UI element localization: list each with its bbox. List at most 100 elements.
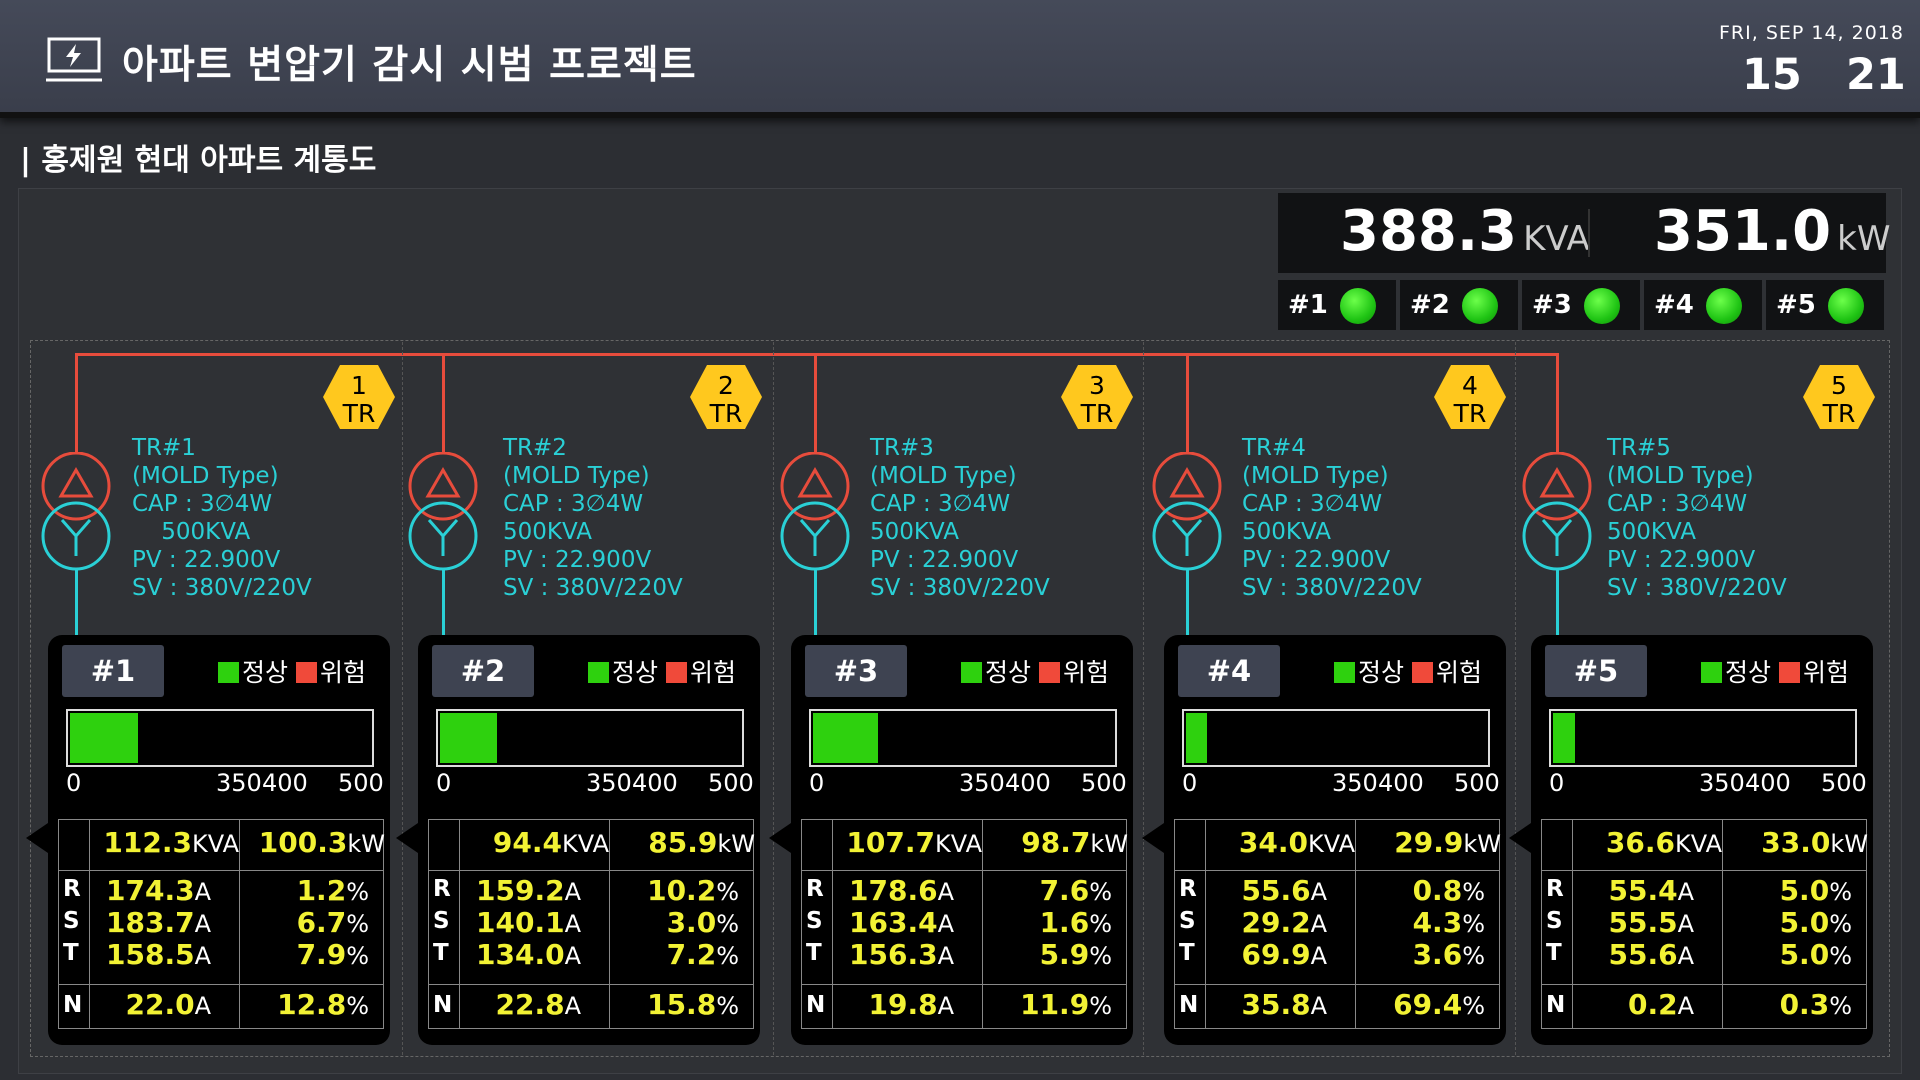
transformer-card-3: #3 정상 위험 0 350 400 500 107.7KVA 98.7kW R 178.6A 7.6… <box>769 635 1133 1045</box>
table-vline <box>1205 820 1206 1028</box>
hex-tr-label: TR <box>1453 399 1487 428</box>
phase-unbalance-unit: % <box>1089 942 1112 970</box>
kw-reading: 100.3kW <box>243 826 385 859</box>
neutral-label: N <box>1546 992 1566 1018</box>
transformer-id-badge[interactable]: #1 <box>62 645 164 697</box>
scale-tick-label: 400 <box>262 769 308 797</box>
card-pointer <box>396 823 418 853</box>
scale-tick-label: 0 <box>436 769 452 797</box>
phase-unbalance-value: 1.2 <box>296 874 347 907</box>
primary-feeder-line <box>1186 353 1189 453</box>
phase-unbalance-value: 5.0 <box>1779 874 1830 907</box>
neutral-current-unit: A <box>1677 992 1694 1020</box>
phase-current-unit: A <box>1310 942 1327 970</box>
transformer-card-1: #1 정상 위험 0 350 400 500 112.3KVA 100.3kW R 174.3A 1.… <box>26 635 390 1045</box>
phase-current-value: 174.3 <box>106 874 195 907</box>
transformer-spec-line: CAP : 3∅4W <box>870 491 1011 517</box>
legend-normal-swatch <box>1334 662 1355 683</box>
reading-table: 36.6KVA 33.0kW R 55.4A 5.0% S 55.5A 5.0% T 55.6A 5… <box>1541 819 1868 1029</box>
transformer-delta-wye-icon <box>780 452 850 571</box>
scale-tick-label: 350 <box>1699 769 1745 797</box>
column-divider <box>402 342 403 1055</box>
table-vline <box>89 820 90 1028</box>
phase-current: 69.9A <box>1209 938 1327 971</box>
transformer-hex-badge: 5TR <box>1803 365 1875 429</box>
transformer-delta-wye-icon <box>41 452 111 571</box>
secondary-feeder-line <box>75 570 78 638</box>
column-divider <box>1515 342 1516 1055</box>
phase-current-value: 55.4 <box>1608 874 1678 907</box>
neutral-current-unit: A <box>194 992 211 1020</box>
scale-tick-label: 0 <box>1549 769 1565 797</box>
kva-reading-value: 112.3 <box>103 826 192 859</box>
phase-current: 158.5A <box>93 938 211 971</box>
kva-reading-value: 36.6 <box>1605 826 1675 859</box>
scale-tick-label: 0 <box>66 769 82 797</box>
transformer-spec-line: CAP : 3∅4W <box>1607 491 1748 517</box>
primary-feeder-line <box>75 353 78 453</box>
phase-current: 29.2A <box>1209 906 1327 939</box>
load-bar <box>66 709 374 767</box>
legend-normal-label: 정상 <box>1725 658 1772 687</box>
hex-number: 5 <box>1831 371 1847 400</box>
transformer-id-badge[interactable]: #2 <box>432 645 534 697</box>
phase-current-unit: A <box>937 878 954 906</box>
status-legend: 정상 위험 <box>1334 653 1482 689</box>
phase-unbalance: 7.9% <box>243 938 369 971</box>
neutral-current: 35.8A <box>1209 988 1327 1021</box>
phase-unbalance: 5.9% <box>986 938 1112 971</box>
phase-label: S <box>1546 908 1563 934</box>
phase-current: 183.7A <box>93 906 211 939</box>
neutral-percent-unit: % <box>1462 992 1485 1020</box>
table-vline <box>1572 820 1573 1028</box>
phase-label: T <box>433 940 449 966</box>
phase-unbalance: 7.2% <box>613 938 739 971</box>
scale-tick-label: 350 <box>1332 769 1378 797</box>
load-bar-fill <box>813 713 878 763</box>
phase-unbalance: 5.0% <box>1726 874 1852 907</box>
transformer-id-badge[interactable]: #3 <box>805 645 907 697</box>
status-led-icon <box>1828 288 1864 324</box>
app-title: 아파트 변압기 감시 시범 프로젝트 <box>122 43 697 88</box>
neutral-current: 22.0A <box>93 988 211 1021</box>
hex-tr-label: TR <box>342 399 376 428</box>
transformer-delta-wye-icon <box>1152 452 1222 571</box>
table-hline <box>1175 870 1499 871</box>
neutral-percent: 0.3% <box>1726 988 1852 1021</box>
kva-reading-value: 94.4 <box>492 826 562 859</box>
transformer-id-badge[interactable]: #4 <box>1178 645 1280 697</box>
transformer-id-badge[interactable]: #5 <box>1545 645 1647 697</box>
scale-tick-label: 500 <box>708 769 754 797</box>
scale-tick-label: 0 <box>1182 769 1198 797</box>
header-hour: 15 <box>1742 50 1802 100</box>
phase-unbalance-unit: % <box>1089 878 1112 906</box>
reading-table: 112.3KVA 100.3kW R 174.3A 1.2% S 183.7A 6.7% T 15… <box>58 819 385 1029</box>
phase-label: S <box>806 908 823 934</box>
transformer-spec-line: CAP : 3∅4W <box>503 491 644 517</box>
transformer-spec-line: (MOLD Type) <box>132 463 279 489</box>
section-title: | 홍제원 현대 아파트 계통도 <box>20 143 377 178</box>
phase-unbalance-unit: % <box>1462 910 1485 938</box>
legend-danger-label: 위험 <box>690 658 737 687</box>
kw-reading-unit: kW <box>717 830 755 858</box>
column-divider <box>1143 342 1144 1055</box>
transformer-spec-line: SV : 380V/220V <box>1607 575 1787 601</box>
phase-current-unit: A <box>564 942 581 970</box>
indicator-label: #5 <box>1776 290 1816 320</box>
transformer-spec-line: (MOLD Type) <box>870 463 1017 489</box>
legend-danger-swatch <box>1779 662 1801 683</box>
hex-tr-label: TR <box>709 399 743 428</box>
kva-reading: 112.3KVA <box>93 826 239 859</box>
neutral-percent-value: 11.9 <box>1020 988 1090 1021</box>
phase-unbalance-value: 3.6 <box>1412 938 1463 971</box>
phase-current-value: 69.9 <box>1241 938 1311 971</box>
total-kva-value: 388.3 <box>1340 199 1518 264</box>
transformer-card-5: #5 정상 위험 0 350 400 500 36.6KVA 33.0kW R 55.4A 5.0% S… <box>1509 635 1873 1045</box>
neutral-percent-value: 12.8 <box>277 988 347 1021</box>
kva-reading-value: 107.7 <box>846 826 935 859</box>
total-kw: 351.0 kW <box>1654 199 1890 264</box>
legend-danger-label: 위험 <box>1436 658 1483 687</box>
transformer-spec: TR#1 (MOLD Type) CAP : 3∅4W 500KVA PV : 22.… <box>132 434 312 602</box>
total-kw-unit: kW <box>1837 219 1891 259</box>
hex-number: 1 <box>351 371 367 400</box>
